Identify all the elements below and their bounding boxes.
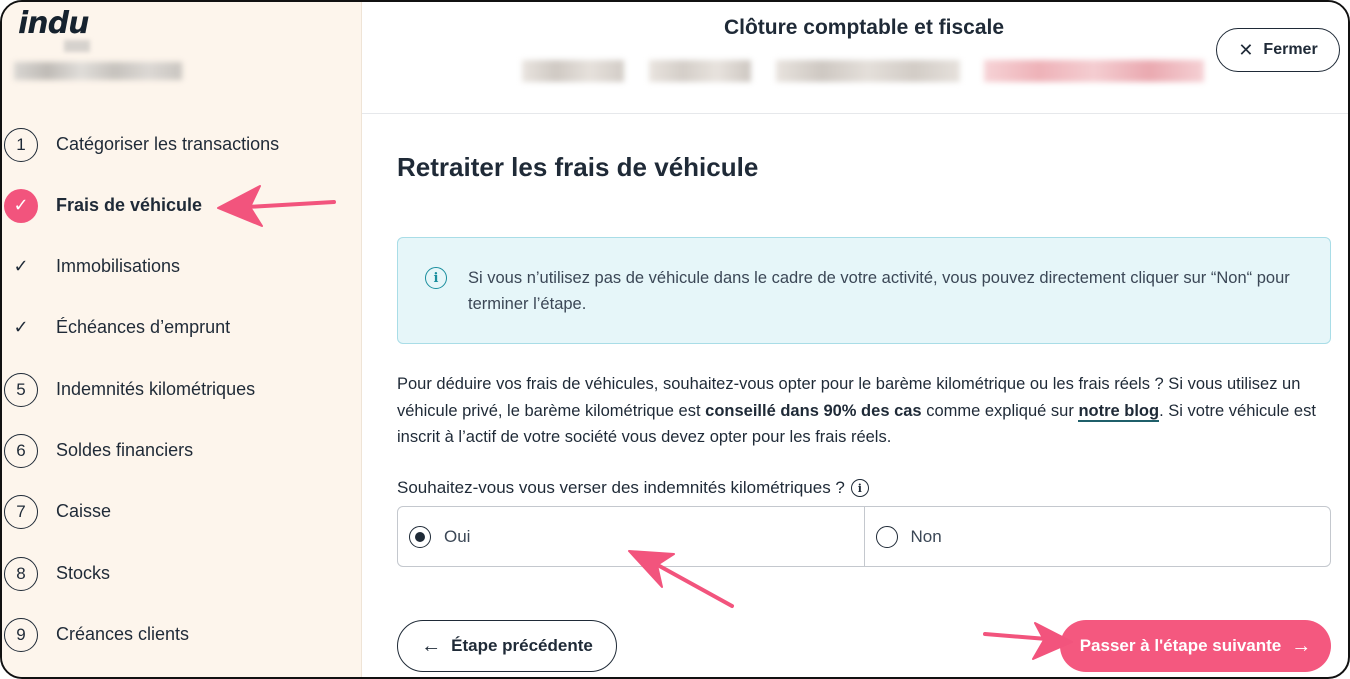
sidebar-step-7[interactable]: 7 Caisse <box>2 481 362 542</box>
check-icon: ✓ <box>13 317 29 337</box>
radio-label: Oui <box>444 526 471 546</box>
radio-label: Non <box>910 526 942 546</box>
sidebar-step-3[interactable]: ✓ Immobilisations <box>2 236 362 297</box>
step-number-badge: 5 <box>4 372 38 407</box>
check-icon: ✓ <box>13 256 29 276</box>
step-number-badge: 1 <box>4 127 38 162</box>
next-step-button[interactable]: Passer à l'étape suivante → <box>1060 620 1331 672</box>
explanation-paragraph: Pour déduire vos frais de véhicules, sou… <box>397 371 1337 451</box>
sidebar-step-label: Échéances d’emprunt <box>56 317 231 337</box>
info-banner: i Si vous n’utilisez pas de véhicule dan… <box>397 237 1331 344</box>
paragraph-emphasis: conseillé dans 90% des cas <box>705 401 922 420</box>
previous-step-label: Étape précédente <box>451 636 593 655</box>
sidebar-step-label: Caisse <box>56 501 112 521</box>
info-icon: i <box>425 267 447 289</box>
paragraph-text: comme expliqué sur <box>921 401 1079 420</box>
close-button[interactable]: ✕ Fermer <box>1216 28 1340 72</box>
radio-button-selected[interactable] <box>409 525 431 548</box>
page-title: Clôture comptable et fiscale <box>723 16 1005 39</box>
step-number-badge: 6 <box>4 433 38 468</box>
radio-option-non[interactable]: Non <box>863 507 1331 566</box>
sidebar-step-2[interactable]: ✓ Frais de véhicule <box>2 175 362 236</box>
previous-step-button[interactable]: ← Étape précédente <box>397 620 617 672</box>
redacted-breadcrumb <box>522 60 624 82</box>
radio-option-oui[interactable]: Oui <box>398 507 864 566</box>
info-icon[interactable]: i <box>850 479 869 497</box>
app-logo: indu <box>18 6 89 41</box>
sidebar-step-9[interactable]: 9 Créances clients <box>2 604 362 665</box>
redacted-breadcrumb <box>649 60 751 82</box>
close-button-label: Fermer <box>1263 41 1318 58</box>
sidebar-step-label: Soldes financiers <box>56 440 194 460</box>
sidebar-step-label: Créances clients <box>56 624 190 644</box>
sidebar: indu 1 Catégoriser les transactions ✓ Fr… <box>2 2 362 677</box>
redacted-company-name <box>14 62 182 80</box>
sidebar-step-label: Stocks <box>56 563 111 583</box>
step-number-badge: 9 <box>4 617 38 652</box>
redacted-breadcrumb <box>776 60 960 82</box>
sidebar-step-6[interactable]: 6 Soldes financiers <box>2 420 362 481</box>
sidebar-step-label: Catégoriser les transactions <box>56 134 280 154</box>
question-text: Souhaitez-vous vous verser des indemnité… <box>397 478 845 497</box>
redacted-breadcrumb <box>984 60 1204 82</box>
sidebar-step-5[interactable]: 5 Indemnités kilométriques <box>2 359 362 420</box>
indemnity-radio-group: Oui Non <box>397 506 1331 567</box>
sidebar-step-label: Immobilisations <box>56 256 181 276</box>
app-window: indu 1 Catégoriser les transactions ✓ Fr… <box>0 0 1350 679</box>
sidebar-step-1[interactable]: 1 Catégoriser les transactions <box>2 114 362 175</box>
redacted-company-mark <box>64 40 90 52</box>
main-content: Retraiter les frais de véhicule i Si vou… <box>362 114 1348 677</box>
page-header: Clôture comptable et fiscale ✕ Fermer <box>362 2 1348 114</box>
sidebar-step-label: Frais de véhicule <box>56 195 203 215</box>
check-icon: ✓ <box>4 188 38 223</box>
radio-button[interactable] <box>875 525 898 548</box>
question-label: Souhaitez-vous vous verser des indemnité… <box>397 478 869 498</box>
arrow-left-icon: ← <box>421 634 442 657</box>
blog-link[interactable]: notre blog <box>1078 401 1160 422</box>
sidebar-step-4[interactable]: ✓ Échéances d’emprunt <box>2 297 362 358</box>
close-icon: ✕ <box>1238 39 1254 60</box>
info-text: Si vous n’utilisez pas de véhicule dans … <box>468 269 1290 313</box>
arrow-right-icon: → <box>1291 634 1312 657</box>
sidebar-step-label: Indemnités kilométriques <box>56 379 256 399</box>
step-number-badge: 8 <box>4 556 38 591</box>
next-step-label: Passer à l'étape suivante <box>1079 636 1282 655</box>
section-title: Retraiter les frais de véhicule <box>397 152 759 182</box>
step-number-badge: 7 <box>4 494 38 529</box>
sidebar-step-8[interactable]: 8 Stocks <box>2 543 362 604</box>
